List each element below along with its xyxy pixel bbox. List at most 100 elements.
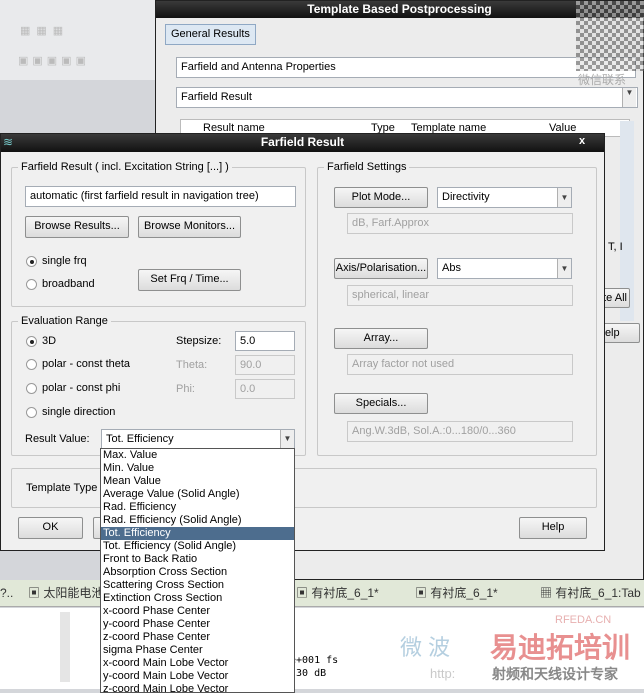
radio-label: polar - const theta	[42, 358, 131, 370]
doc-tab-label: 有衬底_6_1*	[430, 586, 498, 600]
radio-label: broadband	[42, 278, 95, 290]
axis-select[interactable]: Abs	[437, 258, 572, 279]
dropdown-option[interactable]: Tot. Efficiency (Solid Angle)	[101, 540, 294, 553]
watermark-cn: 微 波	[400, 635, 451, 660]
dropdown-option[interactable]: x-coord Phase Center	[101, 605, 294, 618]
plot-mode-button[interactable]: Plot Mode...	[334, 187, 428, 208]
browse-results-button[interactable]: Browse Results...	[25, 216, 129, 238]
dropdown-option[interactable]: Mean Value	[101, 475, 294, 488]
group-legend: Evaluation Range	[18, 315, 111, 327]
dropdown-option[interactable]: x-coord Main Lobe Vector	[101, 657, 294, 670]
qr-code-image	[576, 1, 644, 71]
dialog-title: Farfield Result	[260, 135, 345, 149]
specials-info: Ang.W.3dB, Sol.A.:0...180/0...360	[347, 421, 573, 442]
farfield-result-group: Farfield Result ( incl. Excitation Strin…	[11, 161, 306, 307]
watermark-brand: 易迪拓培训	[490, 632, 631, 663]
doc-tab[interactable]: ▦ 有衬底_6_1:Tab	[540, 583, 641, 603]
toolbar-icons-row2[interactable]: ▣▣▣▣▣	[18, 54, 148, 74]
dropdown-option[interactable]: z-coord Main Lobe Vector	[101, 683, 294, 692]
result-value-dropdown: Max. Value Min. Value Mean Value Average Va…	[100, 448, 295, 693]
dropdown-option[interactable]: y-coord Main Lobe Vector	[101, 670, 294, 683]
specials-button[interactable]: Specials...	[334, 393, 428, 414]
stepsize-label: Stepsize:	[176, 335, 222, 347]
plot-mode-info: dB, Farf.Approx	[347, 213, 573, 234]
dropdown-option[interactable]: Absorption Cross Section	[101, 566, 294, 579]
plot-mode-select[interactable]: Directivity	[437, 187, 572, 208]
chevron-down-icon[interactable]: ▼	[622, 88, 636, 107]
dropdown-option[interactable]: Rad. Efficiency	[101, 501, 294, 514]
dropdown-option[interactable]: Max. Value	[101, 449, 294, 462]
log-line: e+001 fs	[290, 655, 339, 666]
browse-monitors-button[interactable]: Browse Monitors...	[138, 216, 241, 238]
axis-info: spherical, linear	[347, 285, 573, 306]
watermark-url: http:	[430, 666, 456, 681]
dropdown-option[interactable]: Front to Back Ratio	[101, 553, 294, 566]
chevron-down-icon[interactable]: ▼	[557, 259, 571, 278]
farfield-result-dialog: Farfield Result ≋ x Farfield Result ( in…	[0, 133, 605, 551]
broadband-radio[interactable]	[26, 279, 37, 290]
watermark-slogan: 射频和天线设计专家	[492, 666, 618, 682]
chevron-down-icon[interactable]: ▼	[280, 430, 294, 448]
array-info: Array factor not used	[347, 354, 573, 375]
dropdown-option[interactable]: Scattering Cross Section	[101, 579, 294, 592]
radio-label: polar - const phi	[42, 382, 121, 394]
doc-tab-label: 太阳能电池	[43, 586, 104, 600]
output-panel: e+001 fs -30 dB RFEDA.CN 微 波 易迪拓培训 http:…	[0, 608, 644, 689]
watermark-site: RFEDA.CN	[555, 614, 612, 626]
doc-tab[interactable]: ?..	[0, 583, 13, 603]
dialog-title-bar: Farfield Result	[1, 134, 604, 152]
dropdown-option[interactable]: Min. Value	[101, 462, 294, 475]
template-type-group: Template Type	[11, 468, 597, 508]
tab-general-results[interactable]: General Results	[165, 24, 256, 45]
theta-label: Theta:	[176, 359, 208, 371]
dropdown-option[interactable]: Extinction Cross Section	[101, 592, 294, 605]
dropdown-option[interactable]: Average Value (Solid Angle)	[101, 488, 294, 501]
polar-phi-radio[interactable]	[26, 383, 37, 394]
template-type-label: Template Type	[26, 482, 98, 494]
set-frq-time-button[interactable]: Set Frq / Time...	[138, 269, 241, 291]
farfield-result-input[interactable]: automatic (first farfield result in navi…	[25, 186, 296, 207]
chevron-down-icon[interactable]: ▼	[557, 188, 571, 207]
template-window-title: Template Based Postprocessing	[156, 1, 643, 18]
result-value-label: Result Value:	[25, 433, 90, 445]
doc-tab-label: 有衬底_6_1*	[311, 586, 379, 600]
array-button[interactable]: Array...	[334, 328, 428, 349]
radio-label: 3D	[42, 335, 57, 347]
category-select[interactable]: Farfield and Antenna Properties	[176, 57, 636, 78]
phi-input[interactable]: 0.0	[235, 379, 295, 399]
watermark-text: 微信联系	[578, 73, 627, 87]
log-line: -30 dB	[290, 668, 327, 679]
dropdown-option[interactable]: Rad. Efficiency (Solid Angle)	[101, 514, 294, 527]
dropdown-option[interactable]: sigma Phase Center	[101, 644, 294, 657]
farfield-settings-group: Farfield Settings Plot Mode... Directivi…	[317, 161, 597, 456]
single-direction-radio[interactable]	[26, 407, 37, 418]
single-frq-radio[interactable]	[26, 256, 37, 267]
close-button[interactable]: x	[579, 135, 585, 147]
dropdown-option[interactable]: z-coord Phase Center	[101, 631, 294, 644]
ok-button[interactable]: OK	[18, 517, 83, 539]
phi-label: Phi:	[176, 383, 195, 395]
cell-text: T, I	[608, 241, 623, 253]
document-tabs: ?.. ▣ 太阳能电池 ▣ 有衬底_6_1* ▣ 有衬底_6_1* ▦ 有衬底_…	[0, 580, 644, 607]
dropdown-option[interactable]: Tot. Efficiency	[101, 527, 294, 540]
axis-polarisation-button[interactable]: Axis/Polarisation...	[334, 258, 428, 279]
stepsize-input[interactable]: 5.0	[235, 331, 295, 351]
theta-input[interactable]: 90.0	[235, 355, 295, 375]
template-select[interactable]: Farfield Result	[176, 87, 638, 108]
toolbar-icons[interactable]: ▦▦▦	[20, 24, 150, 42]
radio-label: single direction	[42, 406, 116, 418]
evaluation-range-group: Evaluation Range 3D polar - const theta …	[11, 315, 306, 456]
dropdown-option[interactable]: y-coord Phase Center	[101, 618, 294, 631]
group-legend: Farfield Result ( incl. Excitation Strin…	[18, 161, 232, 173]
3d-radio[interactable]	[26, 336, 37, 347]
result-value-select[interactable]: Tot. Efficiency	[101, 429, 295, 449]
doc-tab[interactable]: ▣ 有衬底_6_1*	[296, 583, 379, 603]
group-legend: Farfield Settings	[324, 161, 410, 173]
doc-tab-label: 有衬底_6_1:Tab	[555, 586, 641, 600]
scrollbar[interactable]	[60, 612, 70, 682]
doc-tab[interactable]: ▣ 太阳能电池	[28, 583, 103, 603]
app-icon: ≋	[3, 135, 14, 149]
help-button[interactable]: Help	[519, 517, 587, 539]
polar-theta-radio[interactable]	[26, 359, 37, 370]
doc-tab[interactable]: ▣ 有衬底_6_1*	[415, 583, 498, 603]
